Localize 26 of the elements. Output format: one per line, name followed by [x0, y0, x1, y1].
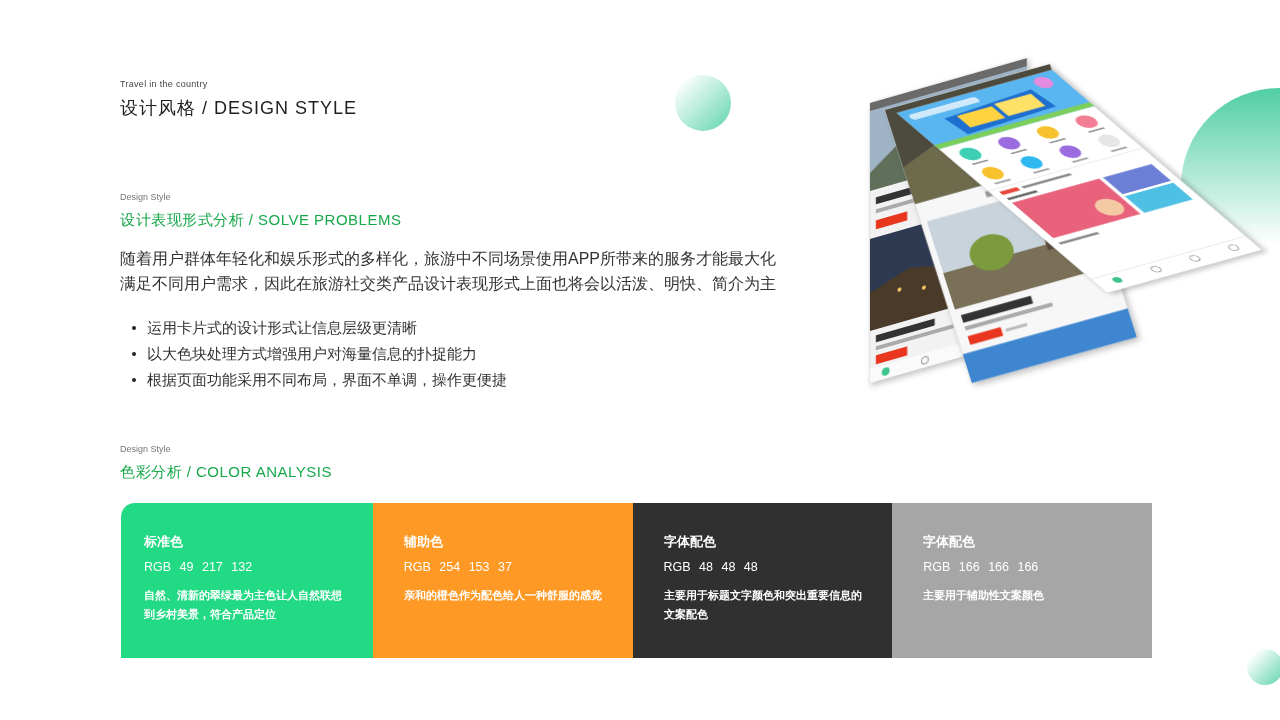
- rgb-value: RGB 49 217 132: [144, 559, 253, 576]
- page-subtitle: Travel in the country: [120, 78, 208, 90]
- color-name: 辅助色: [403, 533, 443, 551]
- bullet-icon: [132, 352, 136, 356]
- bullet-text: 运用卡片式的设计形式让信息层级更清晰: [147, 318, 417, 338]
- bullet-text: 根据页面功能采用不同布局，界面不单调，操作更便捷: [147, 370, 507, 390]
- page-title: 设计风格 / DESIGN STYLE: [120, 97, 358, 120]
- section-label: Design Style: [120, 443, 171, 455]
- rgb-value: RGB 48 48 48: [663, 559, 758, 576]
- color-description: 主要用于辅助性文案颜色: [923, 588, 1046, 603]
- rgb-value: RGB 166 166 166: [923, 559, 1039, 576]
- color-name: 字体配色: [663, 533, 716, 551]
- bullet-icon: [132, 326, 136, 330]
- description-paragraph: 随着用户群体年轻化和娱乐形式的多样化，旅游中不同场景使用APP所带来的服务才能最大化满足不同用户需求，因此在旅游社交类产品设计表现形式上面也将会以活泼、明快、简介为主: [120, 249, 777, 294]
- color-description: 自然、清新的翠绿最为主色让人自然联想到乡村美景，符合产品定位: [144, 588, 343, 622]
- section-title: 色彩分析 / COLOR ANALYSIS: [120, 462, 332, 482]
- color-description: 主要用于标题文字颜色和突出重要信息的文案配色: [663, 588, 863, 622]
- color-description: 亲和的橙色作为配色给人一种舒服的感觉: [403, 588, 603, 603]
- color-name: 字体配色: [923, 533, 976, 551]
- color-name: 标准色: [144, 533, 183, 551]
- bullet-text: 以大色块处理方式增强用户对海量信息的扑捉能力: [147, 344, 477, 364]
- section-label: Design Style: [120, 191, 171, 203]
- rgb-value: RGB 254 153 37: [403, 559, 512, 576]
- section-title: 设计表现形式分析 / SOLVE PROBLEMS: [120, 210, 402, 230]
- bullet-icon: [132, 378, 136, 382]
- decorative-circle: [1247, 649, 1280, 685]
